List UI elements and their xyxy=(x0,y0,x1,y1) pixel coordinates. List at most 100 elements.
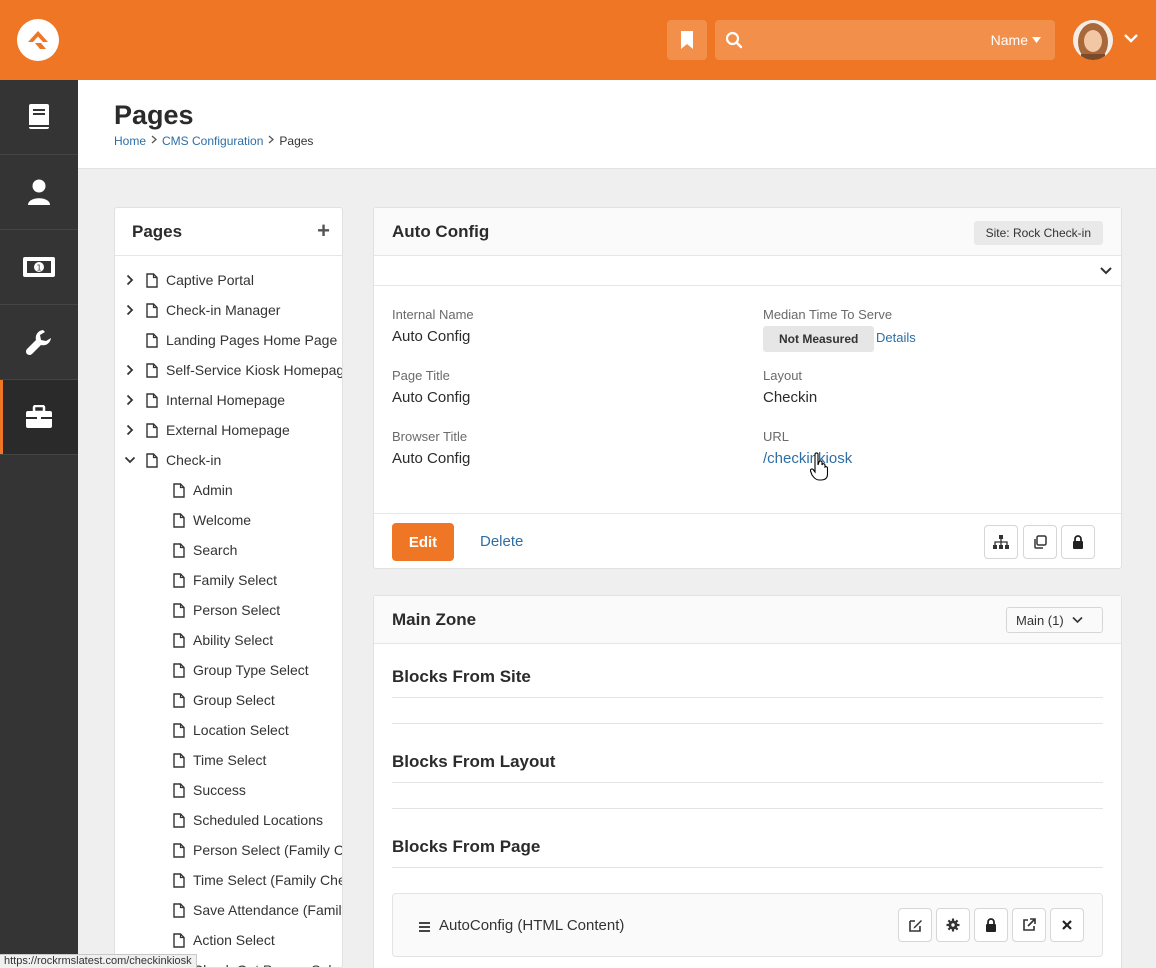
avatar[interactable] xyxy=(1073,20,1113,60)
rock-logo[interactable] xyxy=(17,19,59,61)
tree-item[interactable]: Group Type Select xyxy=(173,655,309,685)
browser-title-label: Browser Title xyxy=(392,429,468,444)
search-type-dropdown[interactable]: Name xyxy=(991,32,1041,48)
tree-item[interactable]: External Homepage xyxy=(124,415,290,445)
sidenav-item-admin[interactable] xyxy=(0,380,78,455)
blocks-from-site-heading: Blocks From Site xyxy=(392,667,531,686)
tree-item[interactable]: Location Select xyxy=(173,715,289,745)
tree-item-label: Welcome xyxy=(193,512,252,528)
chevron-down-icon[interactable] xyxy=(124,456,136,464)
tree-item[interactable]: Search xyxy=(173,535,237,565)
lock-icon xyxy=(986,918,996,932)
block-settings-button[interactable] xyxy=(936,908,970,942)
tree-item-label: External Homepage xyxy=(166,422,290,438)
page-title-value: Auto Config xyxy=(392,389,471,406)
tree-item[interactable]: Welcome xyxy=(173,505,251,535)
chevron-down-icon[interactable] xyxy=(1099,264,1113,283)
tree-item-label: Action Select xyxy=(193,932,275,948)
tree-item[interactable]: Scheduled Locations xyxy=(173,805,323,835)
tree-item[interactable]: Landing Pages Home Page xyxy=(124,325,337,355)
tree-item[interactable]: Check Out Person Select xyxy=(173,955,342,967)
delete-block-button[interactable] xyxy=(1050,908,1084,942)
file-icon xyxy=(146,362,158,378)
chevron-right-icon[interactable] xyxy=(124,304,136,316)
page-title: Pages xyxy=(114,100,194,130)
tree-item[interactable]: Ability Select xyxy=(173,625,273,655)
tree-item-label: Time Select (Family Check-in) xyxy=(193,872,342,888)
tree-item[interactable]: Check-in Manager xyxy=(124,295,280,325)
breadcrumb-home[interactable]: Home xyxy=(114,134,146,148)
chevron-right-icon[interactable] xyxy=(124,364,136,376)
tree-title: Pages xyxy=(132,222,183,241)
page-title-label: Page Title xyxy=(392,368,450,383)
sidenav-item-content[interactable] xyxy=(0,80,78,155)
zone-select[interactable]: Main (1) xyxy=(1006,607,1103,633)
file-icon xyxy=(173,662,185,678)
tree-item-label: Person Select (Family Check-in) xyxy=(193,842,343,858)
url-link[interactable]: /checkinkiosk xyxy=(763,450,852,467)
tree-item[interactable]: Success xyxy=(173,775,246,805)
tree-item[interactable]: Person Select (Family Check-in) xyxy=(173,835,343,865)
edit-block-button[interactable] xyxy=(898,908,932,942)
chevron-right-icon xyxy=(151,135,158,147)
copy-page-button[interactable] xyxy=(1023,525,1057,559)
block-security-button[interactable] xyxy=(974,908,1008,942)
top-bar: Name xyxy=(0,0,1156,80)
page-header: Pages Home CMS Configuration Pages xyxy=(78,80,1156,169)
tree-item[interactable]: Group Select xyxy=(173,685,275,715)
blocks-from-layout-heading: Blocks From Layout xyxy=(392,752,556,771)
file-icon xyxy=(173,782,185,798)
zone-card: Main Zone Main (1) Blocks From Site Bloc… xyxy=(373,595,1122,968)
file-icon xyxy=(173,602,185,618)
tree-item-label: Internal Homepage xyxy=(166,392,286,408)
edit-icon xyxy=(908,919,922,932)
sidenav-item-people[interactable] xyxy=(0,155,78,230)
chevron-down-icon xyxy=(1072,616,1083,624)
edit-button[interactable]: Edit xyxy=(392,523,454,561)
breadcrumb-current: Pages xyxy=(279,134,314,148)
search-input[interactable]: Name xyxy=(715,20,1055,60)
add-page-button[interactable]: + xyxy=(317,218,330,244)
move-block-button[interactable] xyxy=(1012,908,1046,942)
tree-item[interactable]: Internal Homepage xyxy=(124,385,285,415)
divider xyxy=(392,808,1103,809)
chevron-right-icon[interactable] xyxy=(124,394,136,406)
expand-toggle-row[interactable] xyxy=(374,256,1121,286)
tree-item[interactable]: Time Select xyxy=(173,745,266,775)
copy-icon xyxy=(1034,535,1047,549)
search-icon xyxy=(725,31,743,54)
tree-item[interactable]: Admin xyxy=(173,475,233,505)
security-button[interactable] xyxy=(1061,525,1095,559)
zone-header: Main Zone Main (1) xyxy=(374,596,1121,644)
sidenav-item-tools[interactable] xyxy=(0,305,78,380)
drag-handle-icon[interactable] xyxy=(419,919,431,937)
tree-item[interactable]: Time Select (Family Check-in) xyxy=(173,865,342,895)
file-icon xyxy=(173,692,185,708)
child-pages-button[interactable] xyxy=(984,525,1018,559)
delete-button[interactable]: Delete xyxy=(480,533,523,550)
file-icon xyxy=(173,932,185,948)
tree-item[interactable]: Captive Portal xyxy=(124,265,254,295)
file-icon xyxy=(146,332,158,348)
side-nav: 1 xyxy=(0,80,78,968)
file-icon xyxy=(173,632,185,648)
lock-icon xyxy=(1073,535,1083,549)
tree-item-label: Group Type Select xyxy=(193,662,309,678)
search-type-label: Name xyxy=(990,32,1028,48)
site-badge: Site: Rock Check-in xyxy=(973,221,1103,245)
tree-item[interactable]: Self-Service Kiosk Homepage xyxy=(124,355,342,385)
divider xyxy=(392,723,1103,724)
tree-item[interactable]: Person Select xyxy=(173,595,280,625)
tree-item[interactable]: Family Select xyxy=(173,565,277,595)
tree-item[interactable]: Check-in xyxy=(124,445,221,475)
bookmark-button[interactable] xyxy=(667,20,707,60)
tree-item[interactable]: Save Attendance (Family Check-in) xyxy=(173,895,342,925)
sidenav-item-finance[interactable]: 1 xyxy=(0,230,78,305)
chevron-right-icon[interactable] xyxy=(124,424,136,436)
details-link[interactable]: Details xyxy=(876,330,916,345)
chevron-down-icon[interactable] xyxy=(1123,30,1139,51)
tree-item[interactable]: Action Select xyxy=(173,925,275,955)
chevron-right-icon[interactable] xyxy=(124,274,136,286)
file-icon xyxy=(173,482,185,498)
breadcrumb-cms-configuration[interactable]: CMS Configuration xyxy=(162,134,263,148)
